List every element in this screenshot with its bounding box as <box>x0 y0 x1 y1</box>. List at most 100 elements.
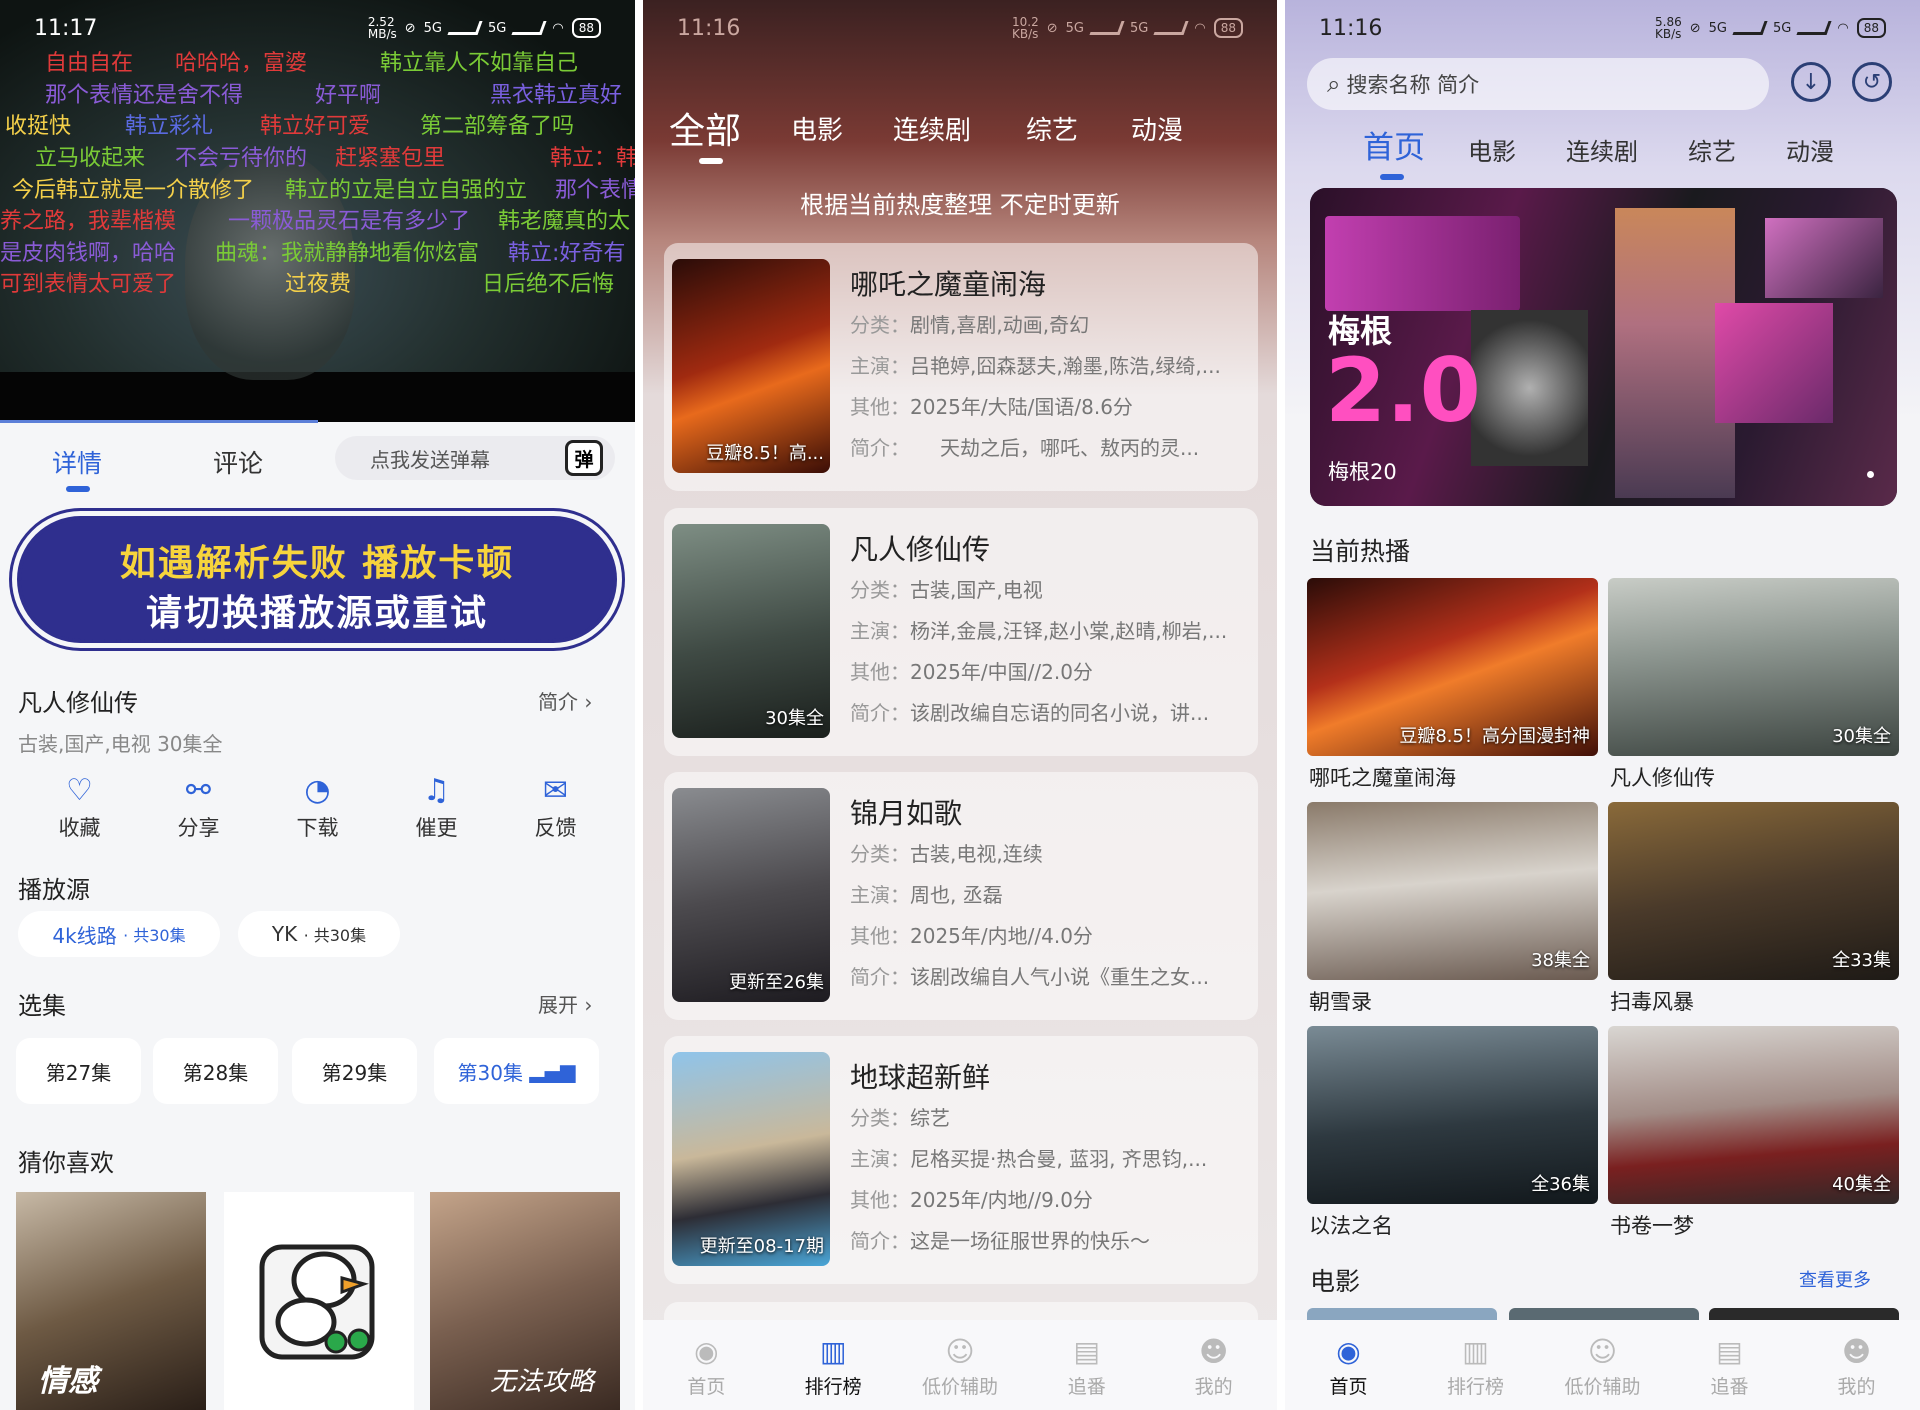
tab-all[interactable]: 全部 <box>669 102 741 154</box>
action-download-button[interactable]: ◔ 下载 <box>268 770 368 842</box>
danmaku-toggle-icon[interactable]: 弹 <box>565 440 603 476</box>
tab-indicator <box>1380 174 1404 180</box>
hero-panel <box>1765 218 1883 298</box>
ranking-card[interactable]: 30集全 凡人修仙传 分类：古装,国产,电视 主演：杨洋,金晨,汪铎,赵小棠,赵晴,柳… <box>664 508 1258 756</box>
card-intro-line: 简介：这是一场征服世界的快乐～ <box>850 1225 1246 1254</box>
profile-icon: ☻ <box>1841 1334 1872 1368</box>
card-poster: 豆瓣8.5！高... <box>672 259 830 473</box>
card-other-line: 其他：2025年/内地//9.0分 <box>850 1184 1246 1213</box>
hot-tile[interactable]: 全36集 <box>1307 1026 1598 1204</box>
tile-title[interactable]: 凡人修仙传 <box>1610 762 1715 792</box>
danmaku-comment: 收挺快 <box>5 114 72 139</box>
tab-movies[interactable]: 电影 <box>1468 132 1516 167</box>
hot-tile[interactable]: 30集全 <box>1608 578 1899 756</box>
field-label: 主演： <box>850 354 910 378</box>
search-input[interactable]: ⌕ 搜索名称 简介 <box>1307 58 1769 110</box>
history-icon[interactable]: ↺ <box>1852 62 1892 102</box>
nav-assist[interactable]: ☺ 低价辅助 <box>1548 1332 1658 1399</box>
danmaku-comment: 第二部筹备了吗 <box>420 114 575 139</box>
tab-series[interactable]: 连续剧 <box>1566 132 1638 167</box>
carousel-dot[interactable] <box>1867 471 1874 478</box>
source-yk[interactable]: YK · 共30集 <box>238 911 400 957</box>
tab-comments[interactable]: 评论 <box>213 444 263 480</box>
bottom-nav: ◉ 首页 ▥ 排行榜 ☺ 低价辅助 ▤ 追番 ☻ 我的 <box>1285 1320 1920 1410</box>
expand-link[interactable]: 展开 › <box>538 989 592 1018</box>
follow-icon: ▤ <box>1073 1334 1101 1368</box>
card-cast-line: 主演：吕艳婷,囧森瑟夫,瀚墨,陈浩,绿绮,... <box>850 350 1246 379</box>
episode-28[interactable]: 第28集 <box>153 1038 278 1104</box>
video-player[interactable]: 自由自在 哈哈哈，富婆 韩立靠人不如靠自己 那个表情还是舍不得 好平啊 黑衣韩立真好 收挺快… <box>0 0 635 422</box>
tab-movies[interactable]: 电影 <box>791 110 843 147</box>
nav-follow[interactable]: ▤ 追番 <box>1675 1332 1785 1399</box>
tab-detail[interactable]: 详情 <box>52 444 102 480</box>
ranking-card[interactable]: 更新至26集 锦月如歌 分类：古装,电视,连续 主演：周也, 丞磊 其他：2025年/内… <box>664 772 1258 1020</box>
movie-heading: 电影 <box>1310 1267 1361 1296</box>
hot-tile[interactable]: 38集全 <box>1307 802 1598 980</box>
battery-icon: 88 <box>1856 18 1886 38</box>
nav-chart[interactable]: ▥ 排行榜 <box>778 1332 888 1399</box>
field-value: 该剧改编自忘语的同名小说，讲... <box>910 701 1210 725</box>
hot-tile[interactable]: 豆瓣8.5！高分国漫封神 <box>1307 578 1598 756</box>
tile-title[interactable]: 书卷一梦 <box>1610 1210 1694 1240</box>
nav-label: 追番 <box>1710 1375 1749 1398</box>
action-heart-button[interactable]: ♡ 收藏 <box>30 770 130 842</box>
recommend-poster-1[interactable]: 情感 <box>16 1192 206 1410</box>
download-icon: ◔ <box>304 773 331 808</box>
nav-chart[interactable]: ▥ 排行榜 <box>1421 1332 1531 1399</box>
tile-title[interactable]: 扫毒风暴 <box>1610 986 1694 1016</box>
tab-home[interactable]: 首页 <box>1363 122 1425 167</box>
source-name: YK <box>271 922 298 946</box>
action-share-button[interactable]: ⚯ 分享 <box>149 770 249 842</box>
intro-link[interactable]: 简介 › <box>538 686 592 715</box>
card-poster: 更新至08-17期 <box>672 1052 830 1266</box>
nav-follow[interactable]: ▤ 追番 <box>1032 1332 1142 1399</box>
download-icon[interactable]: ↓ <box>1791 62 1831 102</box>
tile-title[interactable]: 哪吒之魔童闹海 <box>1309 762 1456 792</box>
episode-29[interactable]: 第29集 <box>292 1038 417 1104</box>
episode-30[interactable]: 第30集 ▂▄▆ <box>434 1038 599 1104</box>
hot-tile[interactable]: 全33集 <box>1608 802 1899 980</box>
tab-series[interactable]: 连续剧 <box>893 110 971 147</box>
danmaku-comment: 可到表情太可爱了 <box>0 272 177 297</box>
card-other-line: 其他：2025年/中国//2.0分 <box>850 656 1246 685</box>
action-bell-button[interactable]: ♫ 催更 <box>387 770 487 842</box>
field-label: 分类： <box>850 313 910 337</box>
nav-profile[interactable]: ☻ 我的 <box>1802 1332 1912 1399</box>
tile-title[interactable]: 以法之名 <box>1309 1210 1393 1240</box>
danmaku-comment: 养之路，我辈楷模 <box>0 209 177 234</box>
ranking-card[interactable]: 豆瓣8.5！高... 哪吒之魔童闹海 分类：剧情,喜剧,动画,奇幻 主演：吕艳婷,囧森… <box>664 243 1258 491</box>
nav-assist[interactable]: ☺ 低价辅助 <box>905 1332 1015 1399</box>
poster-badge: 30集全 <box>765 708 824 729</box>
tab-anime[interactable]: 动漫 <box>1131 110 1183 147</box>
tab-variety[interactable]: 综艺 <box>1026 110 1078 147</box>
banner-line-1: 如遇解析失败 播放卡顿 <box>119 543 515 584</box>
nav-label: 排行榜 <box>804 1375 862 1398</box>
ranking-card[interactable]: 更新至08-17期 地球超新鲜 分类：综艺 主演：尼格买提·热合曼, 蓝羽, 齐思钧,… <box>664 1036 1258 1284</box>
nav-home[interactable]: ◉ 首页 <box>1294 1332 1404 1399</box>
recommend-poster-3[interactable]: 无法攻略 <box>430 1192 620 1410</box>
playing-icon: ▂▄▆ <box>529 1059 576 1083</box>
see-more-link[interactable]: 查看更多 <box>1799 1266 1871 1292</box>
video-progress-bar[interactable] <box>0 420 318 423</box>
net-speed: 5.86 KB/s <box>1655 15 1682 41</box>
tile-title[interactable]: 朝雪录 <box>1309 986 1372 1016</box>
nav-profile[interactable]: ☻ 我的 <box>1159 1332 1269 1399</box>
danmaku-comment: 那个表情 <box>555 178 635 203</box>
card-intro-line: 简介：该剧改编自人气小说《重生之女... <box>850 961 1246 990</box>
tab-variety[interactable]: 综艺 <box>1688 132 1736 167</box>
danmaku-comment: 过夜费 <box>285 272 352 297</box>
field-label: 分类： <box>850 1106 910 1130</box>
action-feedback-button[interactable]: ✉ 反馈 <box>506 770 606 842</box>
card-intro-line: 简介：该剧改编自忘语的同名小说，讲... <box>850 697 1246 726</box>
signal-icon <box>1732 21 1768 35</box>
field-value: 天劫之后，哪吒、敖丙的灵... <box>900 436 1200 460</box>
source-4k[interactable]: 4k线路 · 共30集 <box>18 911 220 957</box>
hero-banner[interactable]: 梅根 2.0 梅根20 <box>1310 188 1897 506</box>
danmaku-comment: 好平啊 <box>315 83 382 108</box>
recommend-poster-2[interactable] <box>224 1192 414 1410</box>
tab-anime[interactable]: 动漫 <box>1786 132 1834 167</box>
hot-tile[interactable]: 40集全 <box>1608 1026 1899 1204</box>
nav-home[interactable]: ◉ 首页 <box>651 1332 761 1399</box>
episode-27[interactable]: 第27集 <box>16 1038 141 1104</box>
field-label: 其他： <box>850 924 910 948</box>
